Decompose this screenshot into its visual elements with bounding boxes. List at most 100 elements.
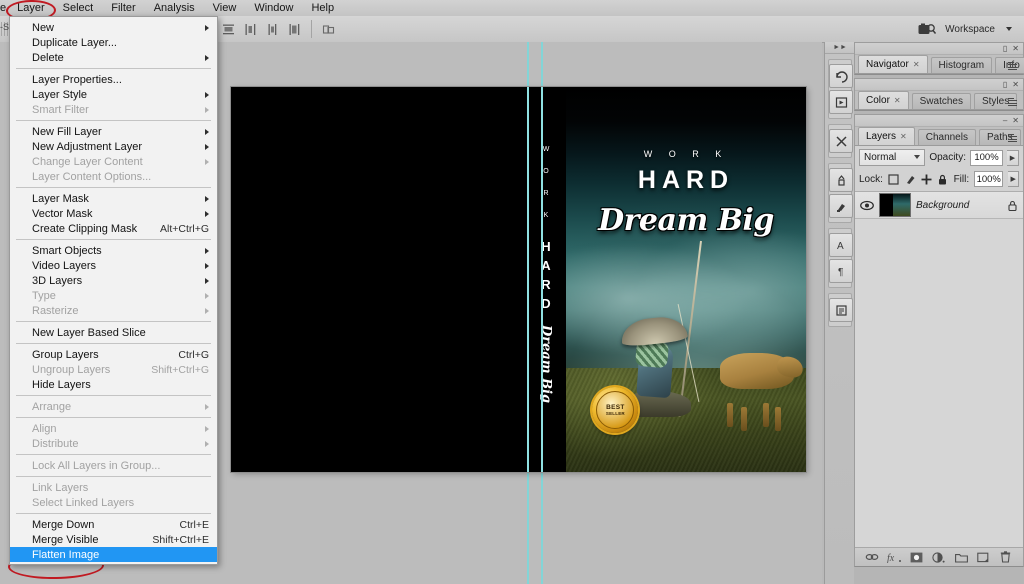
add-layer-mask-icon[interactable] xyxy=(910,550,924,564)
spine-letter-o: O xyxy=(543,168,549,175)
close-icon[interactable]: ✕ xyxy=(1012,80,1019,89)
menu-item-filter[interactable]: Filter xyxy=(102,0,144,16)
layers-panel-menu-icon[interactable] xyxy=(1008,132,1020,144)
menu-item-help[interactable]: Help xyxy=(302,0,343,16)
tab-navigator[interactable]: Navigator ✕ xyxy=(858,55,928,73)
tab-histogram[interactable]: Histogram xyxy=(930,57,993,73)
paragraph-icon[interactable]: ¶ xyxy=(829,259,853,283)
notes-icon[interactable] xyxy=(829,298,853,322)
tab-close-icon[interactable]: ✕ xyxy=(894,96,901,105)
menu-item-window[interactable]: Window xyxy=(245,0,302,16)
menu-item-video-layers[interactable]: Video Layers xyxy=(10,258,217,273)
lock-position-icon[interactable] xyxy=(921,173,932,186)
menu-item-merge-down[interactable]: Merge Down Ctrl+E xyxy=(10,517,217,532)
minimize-icon[interactable]: ▯ xyxy=(1003,80,1007,89)
menu-item-distribute: Distribute xyxy=(10,436,217,451)
lock-image-pixels-icon[interactable] xyxy=(904,173,915,186)
distribute-right-edges-icon[interactable] xyxy=(285,20,304,39)
menu-item-hide-layers[interactable]: Hide Layers xyxy=(10,377,217,392)
menu-item-layer[interactable]: Layer xyxy=(8,0,54,16)
lock-all-icon[interactable] xyxy=(937,173,948,186)
menu-item-new-adjustment-layer[interactable]: New Adjustment Layer xyxy=(10,139,217,154)
tab-color[interactable]: Color ✕ xyxy=(858,91,909,109)
minimize-icon[interactable]: – xyxy=(1003,116,1007,125)
actions-icon[interactable] xyxy=(829,90,853,114)
color-panel-group: ▯ ✕ Color ✕ Swatches Styles xyxy=(854,78,1024,111)
layer-style-fx-icon[interactable]: fx xyxy=(887,550,902,564)
character-icon[interactable]: A xyxy=(829,233,853,257)
distribute-bottom-edges-icon[interactable] xyxy=(219,20,238,39)
brushes-icon[interactable] xyxy=(829,194,853,218)
menu-item-flatten-image[interactable]: Flatten Image xyxy=(10,547,217,562)
clone-source-icon[interactable] xyxy=(829,168,853,192)
svg-text:¶: ¶ xyxy=(838,267,843,278)
auto-align-layers-icon[interactable] xyxy=(319,20,338,39)
menu-divider xyxy=(16,476,211,477)
menu-item-vector-mask[interactable]: Vector Mask xyxy=(10,206,217,221)
history-icon[interactable] xyxy=(829,64,853,88)
menu-item-layer-mask[interactable]: Layer Mask xyxy=(10,191,217,206)
new-adjustment-layer-icon[interactable] xyxy=(932,550,946,564)
minimize-icon[interactable]: ▯ xyxy=(1003,44,1007,53)
menu-item-3d-layers[interactable]: 3D Layers xyxy=(10,273,217,288)
tab-swatches[interactable]: Swatches xyxy=(911,93,971,109)
menu-item-select[interactable]: Select xyxy=(54,0,103,16)
menu-item-duplicate-layer[interactable]: Duplicate Layer... xyxy=(10,35,217,50)
navigator-panel-menu-icon[interactable] xyxy=(1008,60,1020,72)
fill-stepper[interactable]: ▶ xyxy=(1008,171,1019,187)
artwork-canvas[interactable]: W O R K H A R D Dream Big W O R K HARD D… xyxy=(231,87,806,472)
menu-item-layer-properties[interactable]: Layer Properties... xyxy=(10,72,217,87)
menu-item-delete[interactable]: Delete xyxy=(10,50,217,65)
dock-group-1 xyxy=(828,59,853,119)
close-icon[interactable]: ✕ xyxy=(1012,116,1019,125)
submenu-arrow-icon xyxy=(205,159,209,165)
distribute-horizontal-centers-icon[interactable] xyxy=(263,20,282,39)
layer-thumbnail[interactable] xyxy=(879,193,911,217)
menu-item-label: 3D Layers xyxy=(32,274,83,287)
tool-presets-icon[interactable] xyxy=(829,129,853,153)
tab-channels[interactable]: Channels xyxy=(917,129,976,145)
menu-item-view[interactable]: View xyxy=(204,0,246,16)
menu-item-new-layer-based-slice[interactable]: New Layer Based Slice xyxy=(10,325,217,340)
menu-item-merge-visible[interactable]: Merge Visible Shift+Ctrl+E xyxy=(10,532,217,547)
menu-item-analysis[interactable]: Analysis xyxy=(145,0,204,16)
layer-list[interactable]: Background xyxy=(855,191,1023,547)
dock-group-5 xyxy=(828,293,853,327)
menu-item-new[interactable]: New xyxy=(10,20,217,35)
lock-transparent-pixels-icon[interactable] xyxy=(888,173,899,186)
dock-expand-button[interactable]: ►► xyxy=(825,42,855,54)
layer-name[interactable]: Background xyxy=(916,200,1001,211)
screen-mode-icon[interactable] xyxy=(916,21,938,37)
close-icon[interactable]: ✕ xyxy=(1012,44,1019,53)
tab-close-icon[interactable]: ✕ xyxy=(913,60,920,69)
opacity-stepper[interactable]: ▶ xyxy=(1007,149,1019,166)
chevron-down-icon[interactable] xyxy=(1006,27,1012,31)
opacity-input[interactable]: 100% xyxy=(970,149,1003,166)
workspace-label[interactable]: Workspace xyxy=(945,24,995,35)
layer-dropdown-menu[interactable]: New Duplicate Layer... Delete Layer Propert… xyxy=(9,16,218,565)
blend-mode-select[interactable]: Normal xyxy=(859,149,926,166)
tab-layers[interactable]: Layers ✕ xyxy=(858,127,915,145)
fill-input[interactable]: 100% xyxy=(974,171,1004,187)
distribute-left-edges-icon[interactable] xyxy=(241,20,260,39)
canvas-guide-1[interactable] xyxy=(527,87,529,472)
menu-item-new-fill-layer[interactable]: New Fill Layer xyxy=(10,124,217,139)
new-layer-icon[interactable] xyxy=(977,550,991,564)
layer-row-background[interactable]: Background xyxy=(855,192,1023,219)
menu-item-label: Layer Content Options... xyxy=(32,170,152,183)
menu-item-layer-style[interactable]: Layer Style xyxy=(10,87,217,102)
link-layers-icon[interactable] xyxy=(865,550,879,564)
tab-close-icon[interactable]: ✕ xyxy=(900,132,907,141)
menu-item-smart-objects[interactable]: Smart Objects xyxy=(10,243,217,258)
color-panel-titlebar: ▯ ✕ xyxy=(855,79,1023,91)
menu-item-group-layers[interactable]: Group Layers Ctrl+G xyxy=(10,347,217,362)
new-group-icon[interactable] xyxy=(954,550,968,564)
layer-visibility-eye-icon[interactable] xyxy=(859,198,874,213)
fill-label: Fill: xyxy=(953,173,970,185)
canvas-guide-2[interactable] xyxy=(541,87,543,472)
navigator-panel-group: ▯ ✕ Navigator ✕ Histogram Info xyxy=(854,42,1024,75)
menu-item-label: Arrange xyxy=(32,400,72,413)
delete-layer-icon[interactable] xyxy=(999,550,1013,564)
color-panel-menu-icon[interactable] xyxy=(1008,96,1020,108)
menu-item-create-clipping-mask[interactable]: Create Clipping Mask Alt+Ctrl+G xyxy=(10,221,217,236)
